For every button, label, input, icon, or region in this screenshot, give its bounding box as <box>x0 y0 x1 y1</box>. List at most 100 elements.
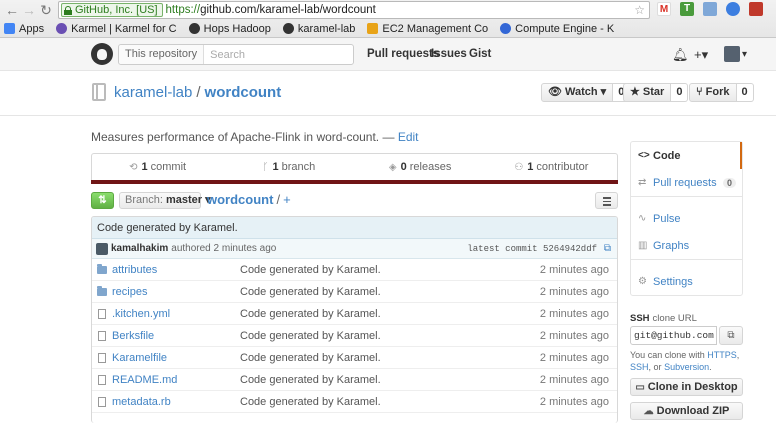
url-path: github.com/karamel-lab/wordcount <box>200 4 376 16</box>
clone-in-desktop-button[interactable]: ▭ Clone in Desktop <box>630 378 743 396</box>
address-bar[interactable]: GitHub, Inc. [US] https://github.com/kar… <box>58 1 650 19</box>
commit-title[interactable]: Code generated by Karamel. <box>92 217 617 239</box>
new-file-link[interactable]: + <box>283 192 291 207</box>
contributors-link[interactable]: ⚇ 1 contributor <box>486 154 617 180</box>
file-name-link[interactable]: recipes <box>112 286 240 298</box>
file-name-link[interactable]: attributes <box>112 264 240 276</box>
github-octocat-icon[interactable] <box>91 43 113 65</box>
language-bar[interactable] <box>91 180 618 184</box>
clipboard-icon[interactable]: ⧉ <box>719 326 743 345</box>
list-icon-line <box>603 200 611 202</box>
t-extension-icon[interactable]: T <box>680 2 694 16</box>
bookmark-hops-hadoop[interactable]: Hops Hadoop <box>188 23 271 35</box>
branch-select[interactable]: Branch: master ▾ <box>119 192 211 209</box>
commits-link[interactable]: ⟲ 1 commit <box>92 154 223 180</box>
reload-icon[interactable]: ↻ <box>38 2 54 18</box>
nav-divider <box>631 196 742 205</box>
avatar[interactable] <box>724 46 740 62</box>
bookmarks-bar: Apps Karmel | Karmel for C Hops Hadoop k… <box>0 20 776 37</box>
chevron-down-icon[interactable]: ▾ <box>742 49 747 60</box>
folder-icon <box>97 263 107 274</box>
gmail-extension-icon[interactable]: M <box>657 2 671 16</box>
sidebar-item-code[interactable]: <> Code <box>631 142 742 169</box>
clone-help-text: You can clone with HTTPS, SSH, or Subver… <box>630 350 740 372</box>
sidebar-item-graphs[interactable]: ▥ Graphs <box>631 232 742 259</box>
table-row: metadata.rb Code generated by Karamel. 2 m… <box>92 391 617 413</box>
file-commit-message[interactable]: Code generated by Karamel. <box>240 286 381 298</box>
file-commit-message[interactable]: Code generated by Karamel. <box>240 330 381 342</box>
file-age: 2 minutes ago <box>539 351 609 364</box>
file-commit-message[interactable]: Code generated by Karamel. <box>240 352 381 364</box>
star-button[interactable]: ★ Star <box>623 83 672 102</box>
clone-https-link[interactable]: HTTPS <box>707 350 737 360</box>
sidebar-item-pulse[interactable]: ∿ Pulse <box>631 205 742 232</box>
ssl-badge[interactable]: GitHub, Inc. [US] <box>61 3 163 17</box>
bookmark-apps[interactable]: Apps <box>4 23 44 35</box>
bookmark-karmel[interactable]: Karmel | Karmel for C <box>56 23 177 35</box>
create-new-icon[interactable]: +▾ <box>694 47 708 63</box>
download-zip-button[interactable]: ☁ Download ZIP <box>630 402 743 420</box>
fork-count[interactable]: 0 <box>736 83 754 102</box>
file-name-link[interactable]: .kitchen.yml <box>112 308 240 320</box>
calendar-extension-icon[interactable] <box>703 2 717 16</box>
file-name-link[interactable]: README.md <box>112 374 240 386</box>
search-placeholder: Search <box>210 48 245 61</box>
clone-url-field[interactable]: git@github.com:karamel-lab/wordcount.git <box>630 326 717 345</box>
clone-ssh-link[interactable]: SSH <box>630 362 649 372</box>
branch-label: Branch: <box>125 194 163 206</box>
table-row: Berksfile Code generated by Karamel. 2 min… <box>92 325 617 347</box>
sidebar-item-pull-requests[interactable]: ⇄ Pull requests 0 <box>631 169 742 196</box>
fork-icon: ⑂ <box>696 86 706 98</box>
repo-owner-link[interactable]: karamel-lab <box>114 84 192 101</box>
bookmark-extension-icon[interactable] <box>749 2 763 16</box>
branches-link[interactable]: ᚴ 1 branch <box>223 154 354 180</box>
table-row: README.md Code generated by Karamel. 2 min… <box>92 369 617 391</box>
file-commit-message[interactable]: Code generated by Karamel. <box>240 374 381 386</box>
releases-link[interactable]: ◈ 0 releases <box>355 154 486 180</box>
latest-commit-sha[interactable]: latest commit 5264942ddf <box>467 244 597 254</box>
bookmark-karamel-lab[interactable]: karamel-lab <box>282 23 355 35</box>
gear-icon: ⚙ <box>638 276 647 287</box>
watch-button[interactable]: 👁︎ Watch ▾ <box>541 83 614 102</box>
file-name-link[interactable]: Karamelfile <box>112 352 240 364</box>
file-commit-message[interactable]: Code generated by Karamel. <box>240 264 381 276</box>
file-icon <box>98 396 106 407</box>
nav-gist[interactable]: Gist <box>469 48 491 60</box>
edit-description-link[interactable]: Edit <box>398 130 419 144</box>
eye-icon: 👁︎ <box>548 86 566 98</box>
github-icon <box>282 23 294 34</box>
watch-button-group: 👁︎ Watch ▾ 0 <box>541 83 631 102</box>
bell-icon[interactable]: 🔔︎ <box>672 47 689 63</box>
bookmark-compute-engine[interactable]: Compute Engine - K <box>500 23 614 35</box>
file-name-link[interactable]: Berksfile <box>112 330 240 342</box>
forward-icon[interactable]: → <box>21 2 37 18</box>
apps-grid-icon <box>4 23 15 34</box>
compute-engine-icon <box>500 23 512 34</box>
repo-nav: <> Code ⇄ Pull requests 0 ∿ Pulse ▥ Graphs ⚙ S… <box>630 141 743 296</box>
search-input[interactable]: This repository Search <box>118 44 354 65</box>
repo-name-link[interactable]: wordcount <box>205 84 282 101</box>
table-row: attributes Code generated by Karamel. 2 mi… <box>92 259 617 281</box>
breadcrumb-repo-link[interactable]: wordcount <box>207 192 273 207</box>
file-icon <box>98 330 106 341</box>
clone-url-label: SSH clone URL <box>630 313 697 324</box>
compare-button[interactable]: ⇅ <box>91 192 114 209</box>
back-icon[interactable]: ← <box>4 2 20 18</box>
avatar[interactable] <box>96 242 108 255</box>
nav-divider <box>631 259 742 268</box>
clone-subversion-link[interactable]: Subversion <box>664 362 709 372</box>
sidebar-item-settings[interactable]: ⚙ Settings <box>631 268 742 295</box>
star-count[interactable]: 0 <box>671 83 689 102</box>
skype-extension-icon[interactable] <box>726 2 740 16</box>
bookmark-star-icon[interactable]: ☆ <box>634 3 645 17</box>
fork-button[interactable]: ⑂ Fork <box>689 83 737 102</box>
nav-pull-requests[interactable]: Pull requests <box>367 48 439 60</box>
file-name-link[interactable]: metadata.rb <box>112 396 240 408</box>
bookmark-ec2[interactable]: EC2 Management Co <box>367 23 488 35</box>
nav-issues[interactable]: Issues <box>431 48 467 60</box>
commit-author-link[interactable]: kamalhakim <box>111 243 168 254</box>
clipboard-icon[interactable]: ⧉ <box>604 243 611 254</box>
file-commit-message[interactable]: Code generated by Karamel. <box>240 308 381 320</box>
list-view-button[interactable] <box>595 192 618 209</box>
file-commit-message[interactable]: Code generated by Karamel. <box>240 396 381 408</box>
